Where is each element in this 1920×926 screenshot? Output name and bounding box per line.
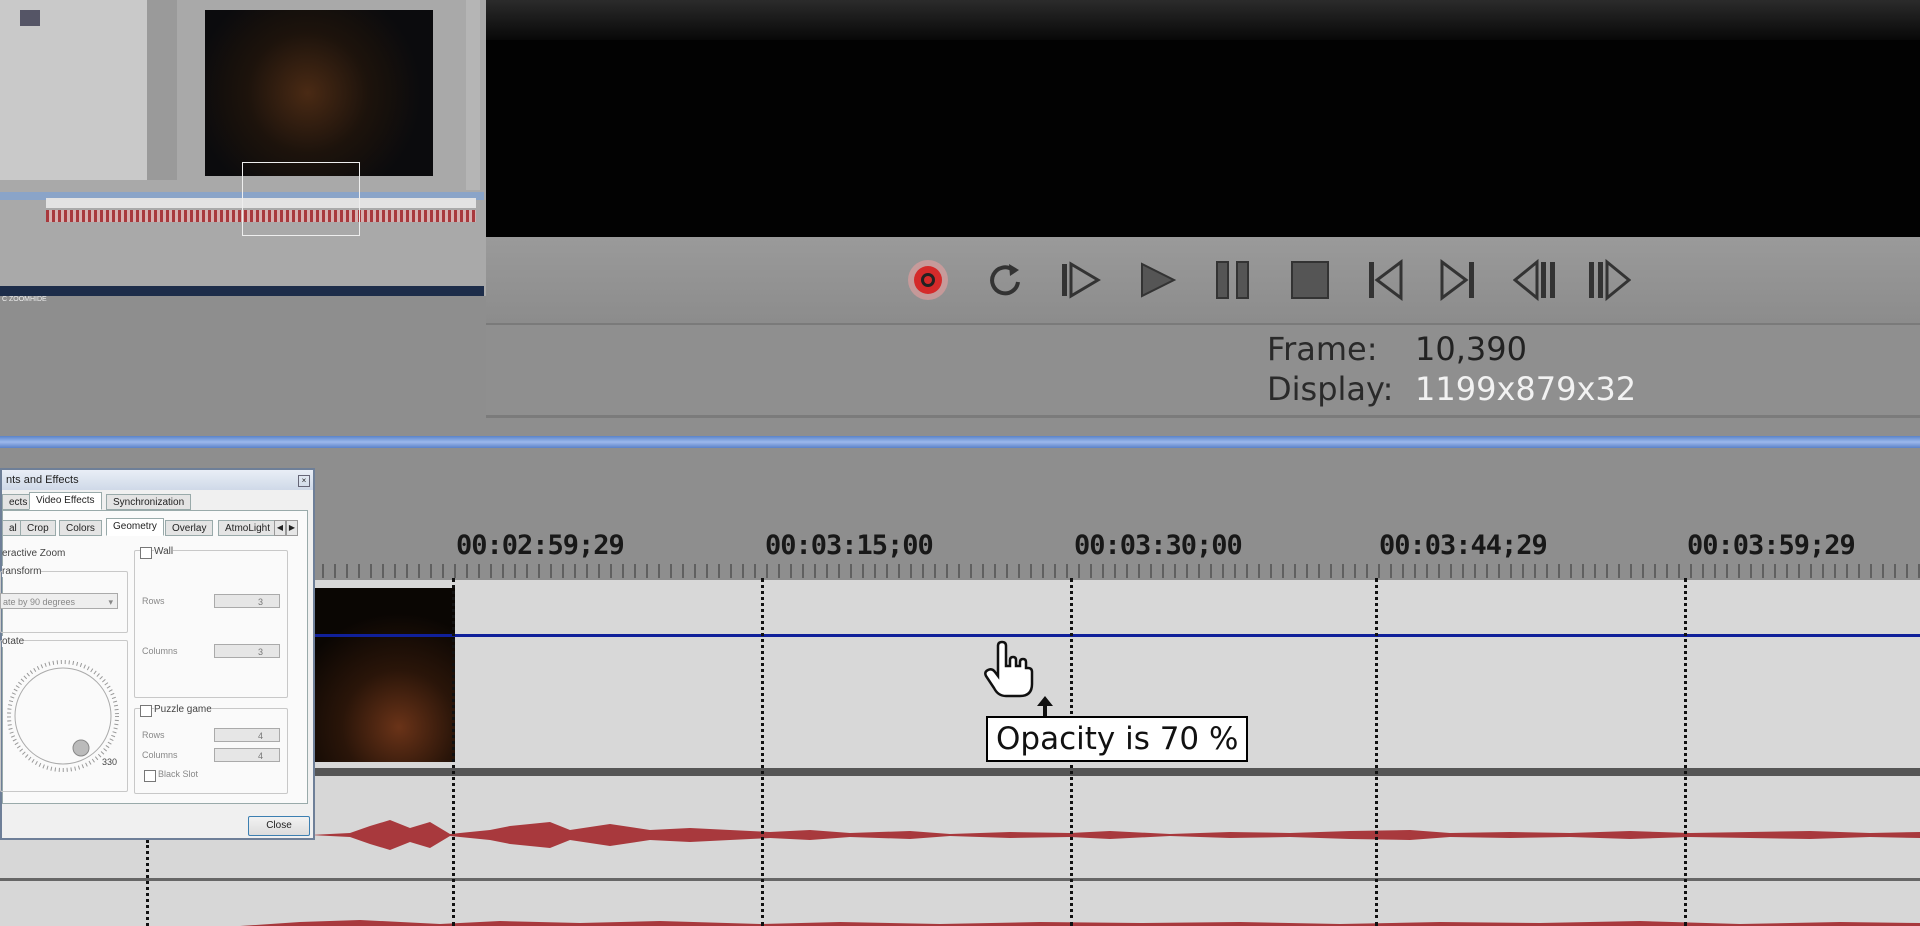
- video-preview-top-gradient: [486, 0, 1920, 40]
- play-button[interactable]: [1133, 257, 1179, 303]
- gridline: [761, 578, 764, 926]
- mini-explorer-pane: [0, 0, 148, 180]
- mini-thumbnail: [20, 10, 40, 26]
- opacity-envelope-line[interactable]: [310, 634, 1920, 637]
- puzzle-rows-stepper[interactable]: 4: [214, 728, 280, 742]
- timecode-3: 00:03:30;00: [1074, 530, 1243, 561]
- subtab-atmolight[interactable]: AtmoLight: [218, 520, 278, 536]
- puzzle-columns-stepper[interactable]: 4: [214, 748, 280, 762]
- audio-track-divider: [0, 878, 1920, 881]
- puzzle-label: Puzzle game: [154, 704, 212, 715]
- transport-bar: [486, 237, 1920, 325]
- frame-value: 10,390: [1415, 330, 1527, 368]
- mini-zoom-frame: [242, 162, 360, 236]
- transform-label: ransform: [2, 566, 42, 577]
- next-frame-button[interactable]: [1586, 257, 1632, 303]
- wall-columns-stepper[interactable]: 3: [214, 644, 280, 658]
- next-frame-icon: [1589, 258, 1631, 302]
- mini-divider: [147, 0, 177, 180]
- play-from-start-icon: [1062, 261, 1101, 299]
- transform-select[interactable]: ate by 90 degrees ▾: [0, 593, 118, 609]
- play-icon: [1141, 262, 1177, 298]
- mini-caption: C ZOOMHIDE: [2, 296, 47, 303]
- wall-rows-label: Rows: [142, 596, 165, 606]
- pause-icon: [1216, 261, 1249, 299]
- previous-frame-button[interactable]: [1512, 257, 1558, 303]
- stop-icon: [1291, 261, 1329, 299]
- dialog-title: nts and Effects: [2, 470, 313, 490]
- timeline-splitter[interactable]: [0, 436, 1920, 448]
- mini-taskbar: [0, 286, 484, 296]
- play-from-start-button[interactable]: [1057, 257, 1103, 303]
- chevron-down-icon: ▾: [108, 597, 113, 607]
- gridline: [1684, 578, 1687, 926]
- wall-checkbox[interactable]: [140, 547, 152, 559]
- hand-cursor-icon: [984, 640, 1034, 698]
- loop-icon: [990, 264, 1020, 296]
- wall-group: [134, 550, 288, 698]
- frame-label: Frame:: [1267, 330, 1378, 368]
- mini-screenshot-overlay: C ZOOMHIDE: [0, 0, 488, 303]
- puzzle-checkbox[interactable]: [140, 705, 152, 717]
- ruler-ticks: [310, 564, 1920, 578]
- tab-scroll-left-icon[interactable]: ◀: [274, 520, 286, 536]
- previous-frame-icon: [1513, 258, 1555, 302]
- timecode-4: 00:03:44;29: [1379, 530, 1548, 561]
- subtab-crop[interactable]: Crop: [20, 520, 56, 536]
- pause-button[interactable]: [1210, 257, 1256, 303]
- black-slot-label: Black Slot: [158, 769, 199, 779]
- timecode-1: 00:02:59;29: [456, 530, 625, 561]
- interactive-zoom-label: eractive Zoom: [2, 548, 66, 559]
- subtab-overlay[interactable]: Overlay: [165, 520, 214, 536]
- go-to-start-icon: [1369, 259, 1403, 301]
- tab-scroll-right-icon[interactable]: ▶: [286, 520, 298, 536]
- display-value: 1199x879x32: [1415, 370, 1637, 408]
- audio-waveform-2: [240, 920, 1920, 926]
- opacity-tooltip: Opacity is 70 %: [986, 716, 1249, 762]
- wall-label: Wall: [154, 546, 174, 557]
- go-to-end-icon: [1440, 259, 1474, 301]
- subtab-geometry[interactable]: Geometry: [106, 518, 164, 536]
- rotate-label: otate: [2, 636, 25, 647]
- subtab-colors[interactable]: Colors: [59, 520, 102, 536]
- gridline: [452, 578, 455, 926]
- loop-button[interactable]: [982, 257, 1028, 303]
- black-slot-checkbox[interactable]: [144, 770, 156, 782]
- dialog-close-icon[interactable]: ×: [298, 475, 310, 487]
- record-button[interactable]: [905, 257, 951, 303]
- transform-select-value: ate by 90 degrees: [3, 597, 76, 607]
- effects-dialog: nts and Effects × ects Video Effects Syn…: [0, 468, 315, 840]
- puzzle-rows-label: Rows: [142, 730, 165, 740]
- video-clip-thumbnail[interactable]: [315, 588, 455, 762]
- mini-scrollbar: [466, 0, 480, 190]
- display-label: Display:: [1267, 370, 1394, 408]
- timecode-2: 00:03:15;00: [765, 530, 934, 561]
- wall-columns-label: Columns: [142, 646, 178, 656]
- go-to-end-button[interactable]: [1435, 257, 1481, 303]
- status-panel: [486, 325, 1920, 418]
- tab-synchronization[interactable]: Synchronization: [106, 494, 192, 510]
- timecode-5: 00:03:59;29: [1687, 530, 1856, 561]
- close-button[interactable]: Close: [248, 816, 310, 836]
- tab-video-effects[interactable]: Video Effects: [29, 492, 102, 510]
- gridline: [1375, 578, 1378, 926]
- mini-video-preview: [205, 10, 433, 176]
- wall-rows-stepper[interactable]: 3: [214, 594, 280, 608]
- go-to-start-button[interactable]: [1362, 257, 1408, 303]
- record-icon: [908, 260, 948, 300]
- rotate-value: 330: [102, 757, 118, 767]
- audio-waveform: [310, 820, 1920, 850]
- gridline: [146, 840, 149, 926]
- stop-button[interactable]: [1287, 257, 1333, 303]
- puzzle-columns-label: Columns: [142, 750, 178, 760]
